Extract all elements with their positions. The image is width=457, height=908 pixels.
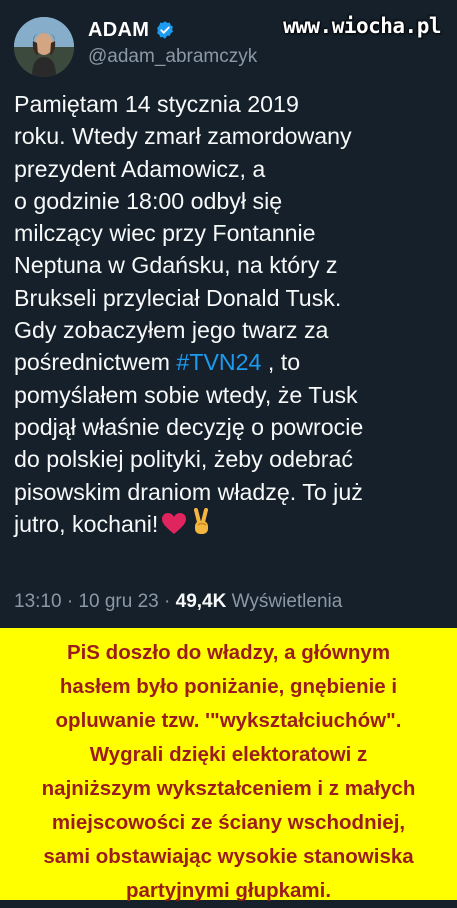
tweet-text-segment: pomyślałem sobie wtedy, że Tusk	[14, 381, 358, 408]
caption-line: hasłem było poniżanie, gnębienie i	[59, 675, 398, 698]
tweet-card: ADAM @adam_abramczyk www.wiocha.pl Pamię…	[0, 0, 457, 628]
tweet-line: Gdy zobaczyłem jego twarz za	[14, 314, 444, 346]
tweet-time[interactable]: 13:10	[14, 591, 62, 612]
tweet-line: pośrednictwem #TVN24 , to	[14, 346, 444, 378]
tweet-text-segment: pisowskim draniom władzę. To już	[14, 478, 363, 505]
tweet-line: pomyślałem sobie wtedy, że Tusk	[14, 379, 444, 411]
tweet-text-segment: Gdy zobaczyłem jego twarz za	[14, 317, 329, 344]
meta-separator: ·	[61, 591, 79, 612]
victory-hand-icon	[190, 507, 214, 544]
tweet-text-segment: roku. Wtedy zmarł zamordowany	[14, 123, 352, 150]
tweet-text-segment: , to	[261, 349, 301, 376]
tweet-text-segment: Pamiętam 14 stycznia 2019	[14, 91, 299, 117]
tweet-line: do polskiej polityki, żeby odebrać	[14, 443, 444, 475]
caption-line: opluwanie tzw. '"wykształciuchów".	[55, 709, 402, 732]
tweet-line: podjął właśnie decyzję o powrocie	[14, 411, 444, 443]
caption-line: PiS doszło do władzy, a głównym	[66, 641, 391, 664]
caption-line: najniższym wykształceniem i z małych	[41, 777, 416, 800]
tweet-text-segment: o godzinie 18:00 odbył się	[14, 187, 283, 214]
caption-banner: PiS doszło do władzy, a głównym hasłem by…	[0, 628, 457, 902]
caption-line: miejscowości ze ściany wschodniej,	[51, 811, 406, 834]
tweet-line: milczący wiec przy Fontannie	[14, 217, 444, 249]
tweet-line: roku. Wtedy zmarł zamordowany	[14, 120, 444, 152]
heart-icon	[161, 512, 187, 544]
author-display-name[interactable]: ADAM	[88, 19, 149, 42]
hashtag-link[interactable]: #TVN24	[176, 349, 261, 375]
meta-separator: ·	[158, 591, 176, 612]
author-name-row[interactable]: ADAM	[88, 15, 175, 45]
tweet-meta: 13:10 · 10 gru 23 · 49,4K Wyświetlenia	[14, 591, 342, 613]
tweet-line: jutro, kochani!	[14, 507, 444, 544]
tweet-text: Pamiętam 14 stycznia 2019 roku. Wtedy zma…	[14, 88, 444, 544]
author-handle[interactable]: @adam_abramczyk	[88, 46, 257, 68]
tweet-text-segment: podjął właśnie decyzję o powrocie	[14, 413, 364, 440]
tweet-date[interactable]: 10 gru 23	[78, 591, 158, 612]
caption-line: sami obstawiając wysokie stanowiska	[43, 845, 414, 868]
tweet-text-segment: pośrednictwem	[14, 349, 177, 376]
avatar[interactable]	[14, 17, 74, 77]
tweet-text-segment: do polskiej polityki, żeby odebrać	[14, 446, 353, 473]
caption-text: PiS doszło do władzy, a głównym hasłem by…	[0, 636, 457, 908]
caption-line: partyjnymi głupkami.	[125, 879, 332, 902]
tweet-line: prezydent Adamowicz, a	[14, 153, 444, 185]
verified-badge-icon	[155, 20, 175, 40]
watermark: www.wiocha.pl	[283, 14, 441, 38]
tweet-line: pisowskim draniom władzę. To już	[14, 476, 444, 508]
tweet-line: Brukseli przyleciał Donald Tusk.	[14, 282, 444, 314]
tweet-line: o godzinie 18:00 odbył się	[14, 185, 444, 217]
views-label: Wyświetlenia	[226, 591, 343, 612]
tweet-line: Neptuna w Gdańsku, na który z	[14, 249, 444, 281]
tweet-text-segment: Neptuna w Gdańsku, na który z	[14, 252, 338, 279]
tweet-text-segment: milczący wiec przy Fontannie	[14, 220, 316, 247]
caption-line: Wygrali dzięki elektoratowi z	[89, 743, 368, 766]
tweet-text-segment: prezydent Adamowicz, a	[14, 155, 266, 182]
tweet-text-segment: Brukseli przyleciał Donald Tusk.	[14, 284, 342, 311]
views-count[interactable]: 49,4K	[176, 591, 227, 612]
tweet-line: Pamiętam 14 stycznia 2019	[14, 88, 444, 120]
tweet-text-segment: jutro, kochani!	[14, 510, 159, 537]
